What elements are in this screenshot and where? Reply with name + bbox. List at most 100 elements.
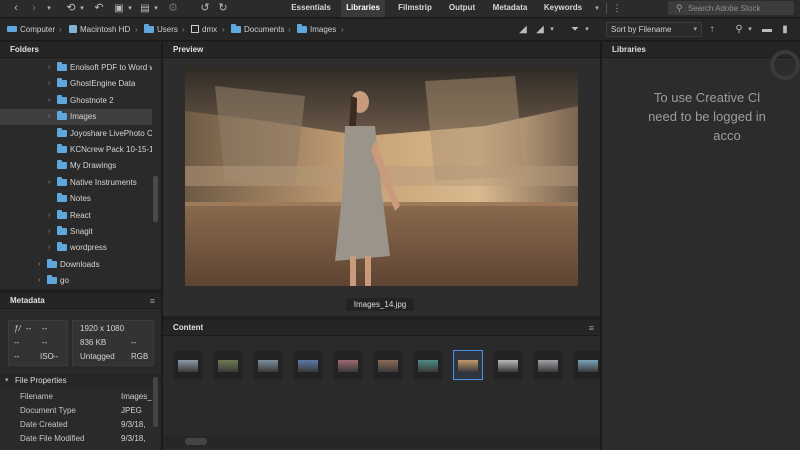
stock-search-input[interactable] bbox=[688, 1, 792, 15]
folder-tree-item[interactable]: Joyoshare LivePhoto Co bbox=[0, 126, 152, 142]
sort-direction-icon[interactable]: ↑ bbox=[706, 22, 718, 37]
content-scrollbar[interactable] bbox=[185, 438, 207, 445]
chevron-down-icon[interactable]: ▾ bbox=[152, 1, 160, 16]
quality-icon[interactable]: ◢ bbox=[516, 22, 530, 37]
folder-tree-item[interactable]: › Enolsoft PDF to Word w bbox=[0, 60, 152, 76]
back-icon[interactable]: ‹ bbox=[10, 1, 22, 16]
camera-icon[interactable]: ▣ bbox=[112, 1, 126, 16]
aperture-label: ƒ/ bbox=[14, 324, 21, 333]
chevron-down-icon[interactable]: ▾ bbox=[583, 22, 591, 37]
chevron-right-icon[interactable]: › bbox=[48, 175, 50, 191]
folder-tree-item[interactable]: › Native Instruments bbox=[0, 175, 152, 191]
folder-tree-label: My Drawings bbox=[70, 161, 117, 170]
chevron-down-icon[interactable]: ▾ bbox=[44, 1, 54, 16]
folder-tree-item[interactable]: › GhostEngine Data bbox=[0, 76, 152, 92]
thumbnail[interactable] bbox=[293, 350, 323, 380]
preview-image[interactable] bbox=[185, 66, 578, 286]
folder-tree-item[interactable]: › wordpress bbox=[0, 240, 152, 256]
thumbnail-image bbox=[458, 360, 478, 372]
file-property-value: Images_ bbox=[121, 392, 152, 401]
folder-tree-label: Joyoshare LivePhoto Co bbox=[70, 129, 152, 138]
return-icon[interactable]: ↶ bbox=[93, 1, 105, 16]
rotate-right-icon[interactable]: ↻ bbox=[216, 1, 230, 16]
chevron-right-icon[interactable]: › bbox=[38, 273, 40, 289]
sync-icon[interactable]: ⚙ bbox=[167, 1, 179, 16]
breadcrumb-dmx[interactable]: dmx bbox=[191, 23, 217, 37]
libraries-login-message: To use Creative Cl need to be logged in … bbox=[612, 88, 800, 145]
thumbnail-image bbox=[418, 360, 438, 372]
forward-icon[interactable]: › bbox=[28, 1, 40, 16]
tab-keywords[interactable]: Keywords bbox=[539, 0, 587, 17]
thumbnail[interactable] bbox=[413, 350, 443, 380]
breadcrumb-documents[interactable]: Documents bbox=[231, 23, 284, 37]
recent-icon[interactable]: ⟲ bbox=[64, 1, 78, 16]
folder-tree-item[interactable]: › Images bbox=[0, 109, 152, 125]
chevron-down-icon[interactable]: ▾ bbox=[746, 22, 754, 37]
filter-icon[interactable]: ⏷ bbox=[568, 22, 582, 37]
more-icon[interactable]: ⋮ bbox=[612, 1, 622, 16]
file-properties-header[interactable]: ▾ File Properties bbox=[0, 374, 161, 388]
breadcrumb-images[interactable]: Images bbox=[297, 23, 336, 37]
file-property-label: Date Created bbox=[20, 420, 68, 429]
trash-icon[interactable]: ▮ bbox=[778, 22, 792, 37]
thumbnail[interactable] bbox=[253, 350, 283, 380]
chevron-down-icon[interactable]: ▾ bbox=[78, 1, 86, 16]
folder-tree-item[interactable]: › go bbox=[0, 273, 152, 289]
chevron-right-icon[interactable]: › bbox=[48, 60, 50, 76]
folder-tree-item[interactable]: › Downloads bbox=[0, 257, 152, 273]
chevron-down-icon[interactable]: ▾ bbox=[126, 1, 134, 16]
folder-icon bbox=[231, 24, 241, 33]
tab-essentials[interactable]: Essentials bbox=[285, 0, 337, 17]
tab-libraries[interactable]: Libraries bbox=[341, 0, 385, 17]
chevron-right-icon[interactable]: › bbox=[48, 76, 50, 92]
folder-tree-item[interactable]: › Snagit bbox=[0, 224, 152, 240]
folder-tree-label: wordpress bbox=[70, 243, 107, 252]
stock-search-field[interactable]: ⚲ bbox=[668, 1, 794, 15]
thumbnail[interactable] bbox=[173, 350, 203, 380]
chevron-right-icon[interactable]: › bbox=[48, 240, 50, 256]
thumbnail[interactable] bbox=[453, 350, 483, 380]
message-line: need to be logged in bbox=[648, 109, 766, 124]
chevron-right-icon[interactable]: › bbox=[38, 257, 40, 273]
folder-tree-item[interactable]: Notes bbox=[0, 191, 152, 207]
thumbnail[interactable] bbox=[493, 350, 523, 380]
metadata-scrollbar[interactable] bbox=[153, 377, 158, 427]
rotate-left-icon[interactable]: ↺ bbox=[198, 1, 212, 16]
panel-menu-icon[interactable]: ≡ bbox=[589, 320, 594, 336]
folder-tree-item[interactable]: › React bbox=[0, 208, 152, 224]
sort-select[interactable]: Sort by Filename ▾ bbox=[606, 22, 702, 37]
chevron-right-icon[interactable]: › bbox=[48, 109, 50, 125]
file-property-label: Filename bbox=[20, 392, 53, 401]
tab-filmstrip[interactable]: Filmstrip bbox=[392, 0, 438, 17]
thumbnail[interactable] bbox=[213, 350, 243, 380]
chevron-right-icon[interactable]: › bbox=[48, 208, 50, 224]
folders-scrollbar[interactable] bbox=[153, 176, 158, 222]
refine-icon[interactable]: ▤ bbox=[138, 1, 152, 16]
open-recent-icon[interactable]: ⚲ bbox=[732, 22, 746, 37]
folder-tree-label: GhostEngine Data bbox=[70, 79, 136, 88]
panel-menu-icon[interactable]: ≡ bbox=[150, 293, 155, 309]
thumbnail[interactable] bbox=[373, 350, 403, 380]
thumbnail[interactable] bbox=[573, 350, 603, 380]
new-folder-icon[interactable]: ▬ bbox=[760, 22, 774, 37]
tab-metadata[interactable]: Metadata bbox=[487, 0, 533, 17]
preview-panel-title: Preview bbox=[163, 42, 600, 58]
thumbnail[interactable] bbox=[533, 350, 563, 380]
thumbnail[interactable] bbox=[333, 350, 363, 380]
folder-tree-item[interactable]: › Ghostnote 2 bbox=[0, 93, 152, 109]
chevron-down-icon[interactable]: ▾ bbox=[548, 22, 556, 37]
breadcrumb-users[interactable]: Users bbox=[144, 23, 178, 37]
tab-output[interactable]: Output bbox=[443, 0, 481, 17]
folder-tree-item[interactable]: My Drawings bbox=[0, 158, 152, 174]
rating-filter-icon[interactable]: ◢ bbox=[533, 22, 547, 37]
breadcrumb-separator: › bbox=[341, 25, 344, 34]
thumbnail-image bbox=[258, 360, 278, 372]
chevron-right-icon[interactable]: › bbox=[48, 93, 50, 109]
folder-tree-item[interactable]: KCNcrew Pack 10-15-18 bbox=[0, 142, 152, 158]
file-property-label: Date File Modified bbox=[20, 434, 85, 443]
content-panel-title: Content bbox=[163, 320, 600, 336]
breadcrumb-macintosh-hd[interactable]: Macintosh HD bbox=[69, 23, 130, 37]
chevron-down-icon[interactable]: ▾ bbox=[592, 1, 602, 16]
chevron-right-icon[interactable]: › bbox=[48, 224, 50, 240]
breadcrumb-computer[interactable]: Computer bbox=[7, 23, 55, 37]
